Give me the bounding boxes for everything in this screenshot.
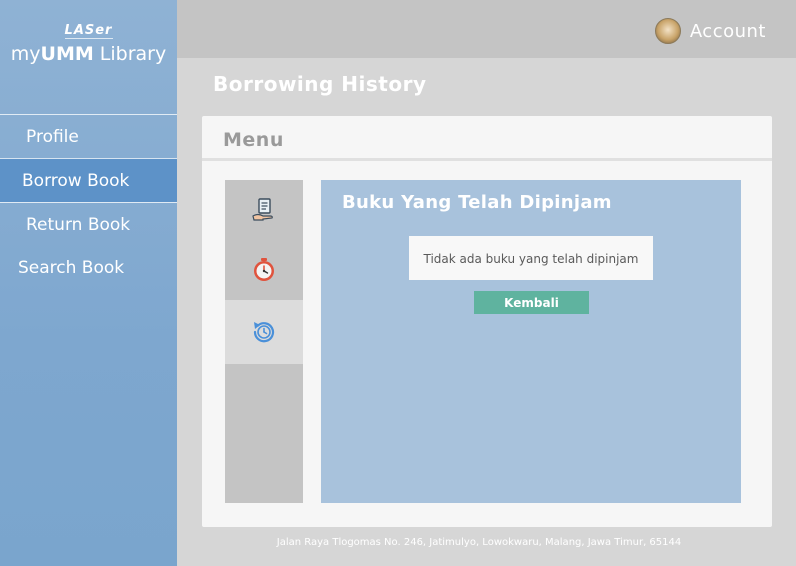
logo-prefix: my bbox=[10, 43, 41, 65]
menu-borrow-button[interactable] bbox=[225, 180, 303, 240]
logo-title: myUMM Library bbox=[0, 43, 177, 65]
menu-history-button[interactable] bbox=[225, 300, 303, 364]
borrowed-books-panel: Buku Yang Telah Dipinjam Tidak ada buku … bbox=[321, 180, 741, 503]
logo-suffix: Library bbox=[93, 43, 167, 65]
app-logo[interactable]: LASer myUMM Library bbox=[0, 23, 177, 66]
borrow-book-icon bbox=[252, 198, 273, 221]
sidebar-item-return-book[interactable]: Return Book bbox=[0, 202, 177, 246]
sidebar: LASer myUMM Library Profile Borrow Book … bbox=[0, 0, 177, 566]
sidebar-item-search-book[interactable]: Search Book bbox=[0, 246, 177, 290]
sidebar-nav: Profile Borrow Book Return Book Search B… bbox=[0, 114, 177, 290]
menu-title: Menu bbox=[202, 116, 772, 161]
sidebar-item-borrow-book[interactable]: Borrow Book bbox=[0, 158, 177, 202]
logo-bold: UMM bbox=[40, 43, 94, 65]
top-bar: Account bbox=[177, 0, 796, 58]
back-button[interactable]: Kembali bbox=[474, 291, 589, 314]
menu-timer-button[interactable] bbox=[225, 240, 303, 300]
account-menu[interactable]: Account bbox=[654, 18, 766, 44]
page-title: Borrowing History bbox=[213, 72, 427, 96]
sidebar-item-profile[interactable]: Profile bbox=[0, 114, 177, 158]
empty-message: Tidak ada buku yang telah dipinjam bbox=[409, 236, 653, 280]
avatar[interactable] bbox=[654, 18, 681, 44]
main-card: Menu Buku Yang Telah Dipinjam Tidak ada … bbox=[202, 116, 772, 527]
menu-sidebar bbox=[225, 180, 303, 503]
content-title: Buku Yang Telah Dipinjam bbox=[342, 192, 612, 213]
account-label[interactable]: Account bbox=[690, 21, 766, 42]
logo-underline bbox=[64, 38, 113, 39]
logo-brand: LASer bbox=[64, 23, 113, 38]
timer-icon bbox=[254, 258, 274, 281]
footer-address: Jalan Raya Tlogomas No. 246, Jatimulyo, … bbox=[276, 537, 682, 548]
history-icon bbox=[253, 322, 275, 343]
